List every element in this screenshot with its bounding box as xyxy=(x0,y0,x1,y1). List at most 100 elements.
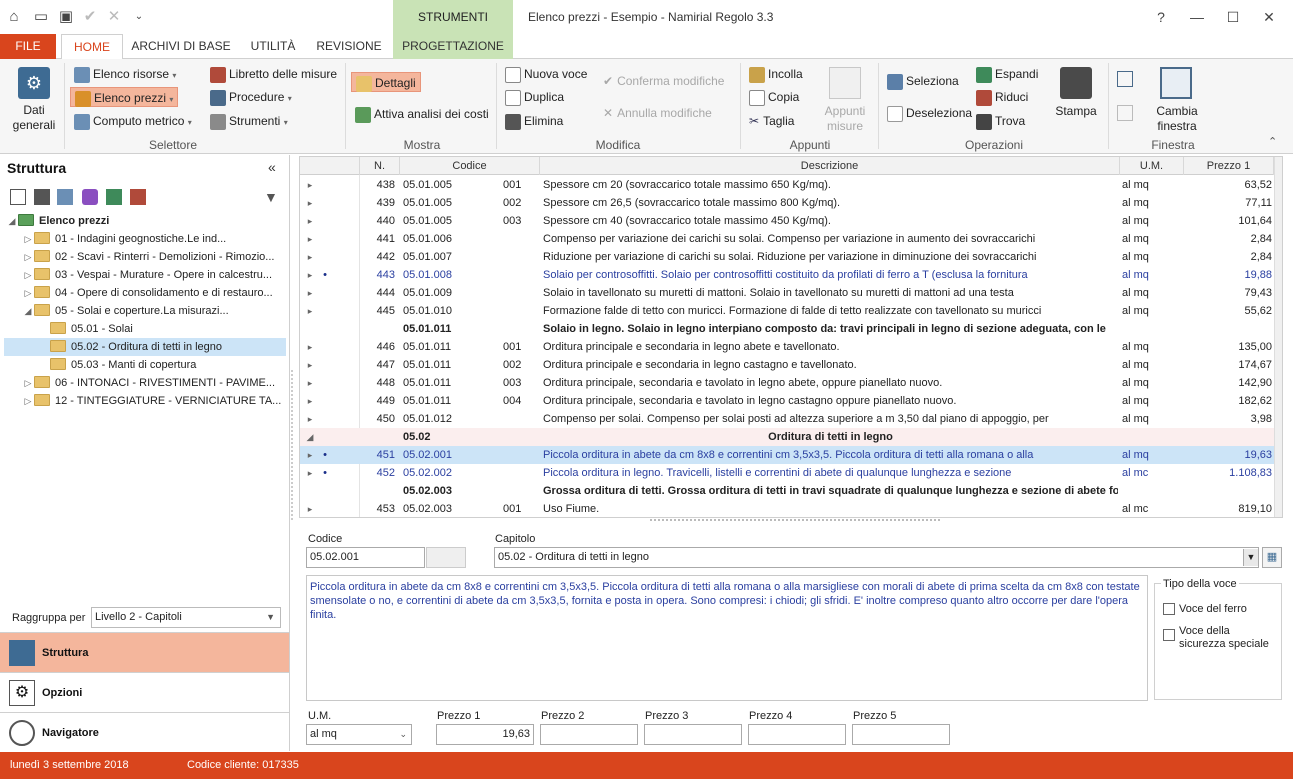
table-row[interactable]: ▸ • 451 05.02.001 Piccola orditura in abete … xyxy=(300,446,1282,464)
table-row[interactable]: ▸ 450 05.01.012 Compenso per solai. Compens… xyxy=(300,410,1282,428)
splitter-handle[interactable] xyxy=(650,519,940,523)
elimina-button[interactable]: Elimina xyxy=(505,111,563,131)
row-expander-icon[interactable] xyxy=(300,320,320,338)
tree-item[interactable]: ▷ 02 - Scavi - Rinterri - Demolizioni - R… xyxy=(4,248,286,266)
codice-suffix-input[interactable] xyxy=(426,547,466,568)
nav-opzioni[interactable]: ⚙ Opzioni xyxy=(0,672,289,712)
calculator-icon[interactable]: ▦ xyxy=(1262,547,1282,568)
tree-item[interactable]: ◢ 05 - Solai e coperture.La misurazi... xyxy=(4,302,286,320)
tree-item[interactable]: ▷ 12 - TINTEGGIATURE - VERNICIATURE TA... xyxy=(4,392,286,410)
voce-ferro-checkbox[interactable] xyxy=(1163,603,1175,615)
tab-revisione[interactable]: REVISIONE xyxy=(312,34,386,59)
table-row[interactable]: ▸ 441 05.01.006 Compenso per variazione dei… xyxy=(300,230,1282,248)
procedure-button[interactable]: Procedure ▾ xyxy=(210,87,292,107)
header-descrizione[interactable]: Descrizione xyxy=(540,157,1120,175)
table-row[interactable]: ▸ 438 05.01.005 001 Spessore cm 20 (sovracca… xyxy=(300,176,1282,194)
row-expander-icon[interactable]: ▸ xyxy=(300,500,320,517)
nav-navigatore[interactable]: Navigatore xyxy=(0,712,289,752)
table-row[interactable]: 05.01.011 Solaio in legno. Solaio in legn… xyxy=(300,320,1282,338)
capitolo-select[interactable]: 05.02 - Orditura di tetti in legno xyxy=(494,547,1259,568)
tree-item[interactable]: ▷ 03 - Vespai - Murature - Opere in calce… xyxy=(4,266,286,284)
tree-item[interactable]: ◢ Elenco prezzi xyxy=(4,212,286,230)
stampa-button[interactable]: Stampa xyxy=(1048,104,1104,119)
collapsed-arrow-icon[interactable]: ▷ xyxy=(22,374,34,392)
header-um[interactable]: U.M. xyxy=(1120,157,1184,175)
maximize-icon[interactable]: ☐ xyxy=(1216,0,1250,34)
tab-archivi-di-base[interactable]: ARCHIVI DI BASE xyxy=(128,34,234,59)
row-expander-icon[interactable]: ▸ xyxy=(300,266,320,284)
nav-struttura[interactable]: Struttura xyxy=(0,632,289,672)
table-row[interactable]: ▸ 446 05.01.011 001 Orditura principale e se… xyxy=(300,338,1282,356)
table-row[interactable]: ▸ 453 05.02.003 001 Uso Fiume. al mc 819,10 xyxy=(300,500,1282,517)
row-expander-icon[interactable]: ▸ xyxy=(300,338,320,356)
settings-icon[interactable]: ⚙ xyxy=(18,67,50,99)
tree-item[interactable]: ▷ 06 - INTONACI - RIVESTIMENTI - PAVIME..… xyxy=(4,374,286,392)
save-icon[interactable]: ▣ xyxy=(57,8,75,26)
prezzo1-input[interactable]: 19,63 xyxy=(436,724,534,745)
minimize-icon[interactable]: — xyxy=(1180,0,1214,34)
expanded-arrow-icon[interactable]: ◢ xyxy=(22,302,34,320)
table-row[interactable]: ▸ 448 05.01.011 003 Orditura principale, sec… xyxy=(300,374,1282,392)
conferma-modifiche-button[interactable]: ✔ Conferma modifiche xyxy=(603,71,724,91)
groupby-select[interactable]: Livello 2 - Capitoli ▼ xyxy=(91,607,281,628)
prezzo5-input[interactable] xyxy=(852,724,950,745)
incolla-button[interactable]: Incolla xyxy=(749,64,803,84)
attiva-analisi-button[interactable]: Attiva analisi dei costi xyxy=(355,104,489,124)
confirm-icon[interactable]: ✔ xyxy=(81,8,99,26)
collapse-all-icon[interactable] xyxy=(130,189,146,205)
ribbon-collapse-icon[interactable]: ⌃ xyxy=(1268,135,1277,148)
computo-metrico-button[interactable]: Computo metrico ▾ xyxy=(74,111,192,131)
row-expander-icon[interactable]: ▸ xyxy=(300,464,320,482)
tree-item[interactable]: ▷ 04 - Opere di consolidamento e di resta… xyxy=(4,284,286,302)
edit-icon[interactable] xyxy=(57,189,73,205)
riduci-button[interactable]: Riduci xyxy=(976,87,1028,107)
table-row[interactable]: ▸ 444 05.01.009 Solaio in tavellonato su mu… xyxy=(300,284,1282,302)
voce-sicurezza-checkbox[interactable] xyxy=(1163,629,1175,641)
table-row[interactable]: ▸ 440 05.01.005 003 Spessore cm 40 (sovracca… xyxy=(300,212,1282,230)
row-expander-icon[interactable] xyxy=(300,482,320,500)
tab-file[interactable]: FILE xyxy=(0,34,56,59)
expanded-arrow-icon[interactable]: ◢ xyxy=(6,212,18,230)
header-prezzo[interactable]: Prezzo 1 xyxy=(1184,157,1274,175)
tab-progettazione[interactable]: PROGETTAZIONE xyxy=(393,34,513,59)
taglia-button[interactable]: ✂ Taglia xyxy=(749,111,794,131)
header-n[interactable]: N. xyxy=(360,157,400,175)
table-row[interactable]: ▸ • 443 05.01.008 Solaio per controsoffitti.… xyxy=(300,266,1282,284)
row-expander-icon[interactable]: ▸ xyxy=(300,194,320,212)
filter-icon[interactable]: ▼ xyxy=(264,189,280,205)
table-row[interactable]: ▸ 449 05.01.011 004 Orditura principale, sec… xyxy=(300,392,1282,410)
tree-item[interactable]: 05.03 - Manti di copertura xyxy=(4,356,286,374)
chevron-down-icon[interactable]: ▼ xyxy=(1243,549,1258,566)
cascade-window-icon[interactable] xyxy=(1117,71,1133,87)
row-expander-icon[interactable]: ▸ xyxy=(300,374,320,392)
tab-home[interactable]: HOME xyxy=(61,34,123,60)
copia-button[interactable]: Copia xyxy=(749,87,799,107)
libretto-misure-button[interactable]: Libretto delle misure xyxy=(210,64,337,84)
dati-generali-button[interactable]: Dati generali xyxy=(6,103,62,133)
open-folder-icon[interactable]: ▭ xyxy=(32,8,50,26)
eraser-icon[interactable] xyxy=(82,189,98,205)
annulla-modifiche-button[interactable]: ✕ Annulla modifiche xyxy=(603,103,712,123)
cancel-icon[interactable]: ✕ xyxy=(105,8,123,26)
vertical-splitter-handle[interactable] xyxy=(291,370,295,520)
tile-window-icon[interactable] xyxy=(1117,105,1133,121)
row-expander-icon[interactable]: ▸ xyxy=(300,248,320,266)
row-expander-icon[interactable]: ▸ xyxy=(300,410,320,428)
new-item-icon[interactable] xyxy=(10,189,26,205)
customize-qat-icon[interactable]: ⌄ xyxy=(130,8,148,26)
table-row[interactable]: ◢ 05.02 Orditura di tetti in legno xyxy=(300,428,1282,446)
row-expander-icon[interactable]: ▸ xyxy=(300,446,320,464)
nuova-voce-button[interactable]: Nuova voce xyxy=(505,64,587,84)
header-codice[interactable]: Codice xyxy=(400,157,540,175)
collapsed-arrow-icon[interactable]: ▷ xyxy=(22,284,34,302)
tree-item[interactable]: ▷ 01 - Indagini geognostiche.Le ind... xyxy=(4,230,286,248)
seleziona-button[interactable]: Seleziona xyxy=(887,71,959,91)
collapsed-arrow-icon[interactable]: ▷ xyxy=(22,248,34,266)
collapsed-arrow-icon[interactable]: ▷ xyxy=(22,266,34,284)
table-row[interactable]: ▸ 442 05.01.007 Riduzione per variazione di… xyxy=(300,248,1282,266)
row-expander-icon[interactable]: ▸ xyxy=(300,212,320,230)
collapse-pane-icon[interactable]: « xyxy=(268,159,276,175)
delete-icon[interactable] xyxy=(34,189,50,205)
appunti-misure-button[interactable]: Appunti misure xyxy=(814,104,876,134)
grid-scrollbar[interactable] xyxy=(1274,157,1282,517)
